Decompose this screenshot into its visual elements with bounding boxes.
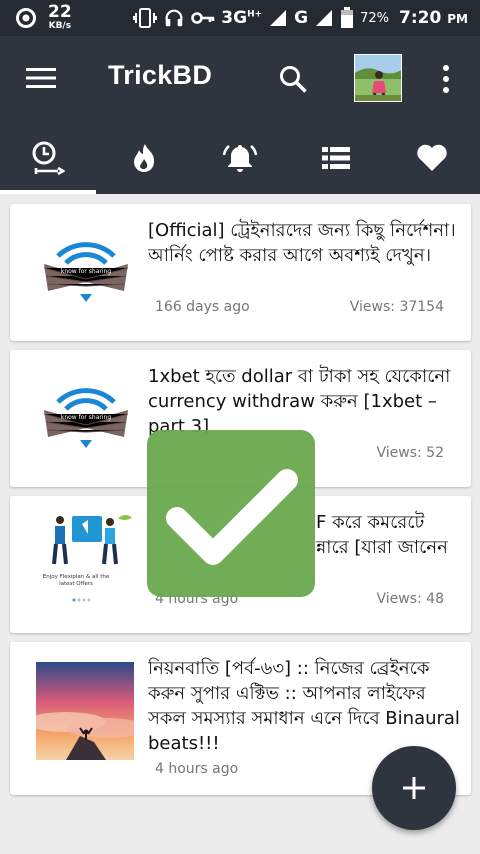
thumbnail-caption: know for sharing (61, 268, 111, 275)
network-speed: 22 KB/s (48, 4, 72, 31)
battery-icon (341, 7, 354, 28)
checkmark-icon (166, 469, 298, 565)
fire-icon (134, 144, 155, 172)
tab-bar (0, 122, 480, 194)
avatar-image (355, 55, 401, 101)
plus-icon (403, 777, 425, 799)
post-time: 4 hours ago (155, 761, 239, 777)
post-thumbnail: know for sharing (36, 362, 136, 462)
post-title[interactable]: নিয়নবাতি [পর্ব-৬৩] :: নিজের ব্রেইনকে কর… (148, 656, 462, 756)
network-speed-unit: KB/s (48, 21, 72, 31)
app-title: TrickBD (108, 60, 213, 90)
key-icon (191, 12, 215, 24)
network-speed-value: 22 (48, 2, 72, 22)
post-thumbnail: Enjoy Flexiplan & all the latest Offers (36, 508, 136, 608)
headphones-icon (165, 9, 183, 27)
battery-percent: 72% (360, 10, 390, 26)
vibrate-icon (133, 8, 158, 28)
clock: 7:20 PM (399, 8, 468, 28)
recent-clock-icon (32, 141, 65, 176)
bell-ringing-icon (222, 144, 258, 172)
post-thumbnail (36, 662, 134, 760)
network-type-2: G (294, 8, 309, 28)
network-type-1: 3GH+ (221, 8, 263, 28)
tab-categories[interactable] (288, 122, 384, 194)
post-time: 166 days ago (155, 299, 250, 315)
post-card[interactable]: know for sharing [Official] ট্রেইনারদের … (10, 204, 471, 341)
tab-active-indicator (0, 190, 96, 194)
search-icon[interactable] (278, 64, 308, 94)
heart-icon (417, 144, 447, 171)
thumbnail-caption: know for sharing (61, 414, 111, 421)
tab-notifications[interactable] (192, 122, 288, 194)
signal-icon-1 (270, 10, 287, 26)
post-title[interactable]: 1xbet হতে dollar বা টাকা সহ যেকোনো curre… (148, 364, 462, 439)
more-options-icon[interactable] (436, 64, 456, 94)
post-views: Views: 37154 (349, 299, 444, 315)
avatar[interactable] (354, 54, 402, 102)
post-views: Views: 48 (376, 591, 445, 607)
post-thumbnail: know for sharing (36, 216, 136, 316)
signal-icon-2 (316, 10, 333, 26)
data-saver-icon (16, 7, 36, 28)
post-views: Views: 52 (376, 445, 445, 461)
post-title[interactable]: [Official] ট্রেইনারদের জন্য কিছু নির্দেশ… (148, 218, 462, 268)
app-bar: TrickBD (0, 36, 480, 122)
tab-trending[interactable] (96, 122, 192, 194)
status-bar: 22 KB/s 3GH+ G 72% 7:20 PM (0, 0, 480, 36)
tab-favorites[interactable] (384, 122, 480, 194)
add-post-button[interactable] (372, 746, 456, 830)
tab-recent[interactable] (0, 122, 96, 194)
list-icon (322, 147, 350, 169)
menu-icon[interactable] (26, 66, 56, 90)
success-check-overlay (147, 430, 315, 597)
thumbnail-caption: Enjoy Flexiplan & all the latest Offers (43, 574, 110, 587)
